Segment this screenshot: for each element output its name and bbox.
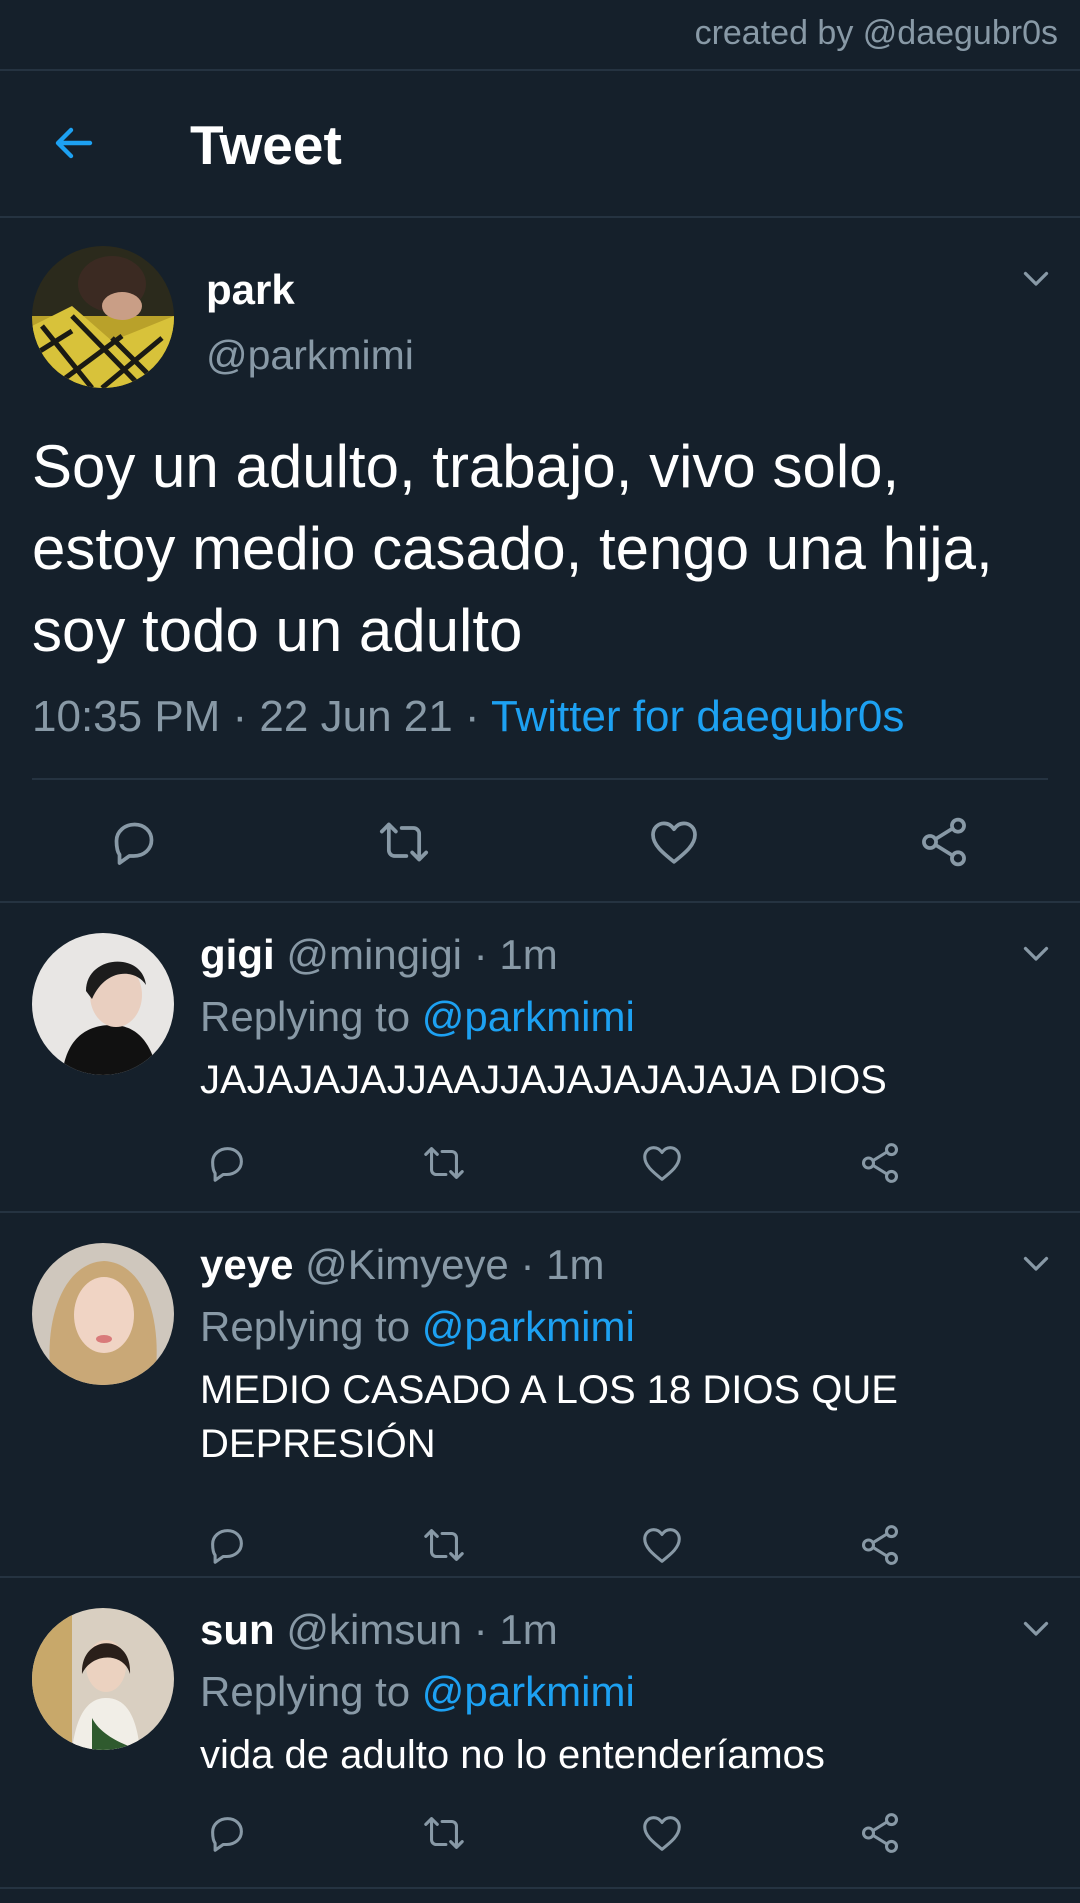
avatar-image	[32, 933, 174, 1075]
top-bar: Tweet	[0, 71, 1080, 217]
reply-text: vida de adulto no lo entenderíamos	[200, 1733, 825, 1777]
chevron-down-icon[interactable]	[1018, 935, 1054, 971]
avatar-image	[32, 1608, 174, 1750]
replying-to: Replying to @parkmimi	[200, 993, 635, 1041]
tweet-text: Soy un adulto, trabajo, vivo solo, estoy…	[32, 433, 993, 664]
reply-header: sun @kimsun · 1m	[200, 1606, 558, 1654]
reply-tweet[interactable]: yeye @Kimyeye · 1m Replying to @parkmimi…	[0, 1213, 1080, 1577]
heart-icon[interactable]	[646, 814, 702, 870]
share-icon[interactable]	[916, 814, 972, 870]
main-tweet: park @parkmimi Soy un adulto, trabajo, v…	[0, 218, 1080, 903]
reply-icon[interactable]	[106, 814, 162, 870]
divider	[32, 778, 1048, 780]
chevron-down-icon[interactable]	[1018, 1245, 1054, 1281]
tweet-meta: 10:35 PM · 22 Jun 21 · Twitter for daegu…	[32, 692, 904, 742]
page-title: Tweet	[190, 114, 342, 176]
handle-time: @kimsun · 1m	[274, 1606, 558, 1653]
avatar[interactable]	[32, 1608, 174, 1750]
reply-icon[interactable]	[204, 1140, 250, 1186]
avatar[interactable]	[32, 1243, 174, 1385]
heart-icon[interactable]	[639, 1522, 685, 1568]
reply-tweet[interactable]: gigi @mingigi · 1m Replying to @parkmimi…	[0, 903, 1080, 1211]
retweet-icon[interactable]	[376, 814, 432, 870]
handle-time: @Kimyeye · 1m	[293, 1241, 605, 1288]
user-handle[interactable]: @parkmimi	[206, 332, 414, 379]
mention-link[interactable]: @parkmimi	[422, 1303, 635, 1350]
heart-icon[interactable]	[639, 1810, 685, 1856]
share-icon[interactable]	[857, 1810, 903, 1856]
reply-header: gigi @mingigi · 1m	[200, 931, 558, 979]
display-name[interactable]: yeye	[200, 1241, 293, 1288]
handle-time: @mingigi · 1m	[274, 931, 558, 978]
replying-to: Replying to @parkmimi	[200, 1303, 635, 1351]
avatar-image	[32, 1243, 174, 1385]
share-icon[interactable]	[857, 1522, 903, 1568]
share-icon[interactable]	[857, 1140, 903, 1186]
reply-text: MEDIO CASADO A LOS 18 DIOS QUE DEPRESIÓN	[200, 1368, 898, 1466]
display-name[interactable]: sun	[200, 1606, 275, 1653]
reply-tweet[interactable]: sun @kimsun · 1m Replying to @parkmimi v…	[0, 1578, 1080, 1886]
chevron-down-icon[interactable]	[1018, 1610, 1054, 1646]
replying-to: Replying to @parkmimi	[200, 1668, 635, 1716]
retweet-icon[interactable]	[421, 1140, 467, 1186]
arrow-left-icon	[55, 127, 93, 159]
tweet-timestamp: 10:35 PM · 22 Jun 21 ·	[32, 692, 492, 741]
retweet-icon[interactable]	[421, 1810, 467, 1856]
chevron-down-icon[interactable]	[1018, 260, 1054, 296]
retweet-icon[interactable]	[421, 1522, 467, 1568]
reply-text: JAJAJAJAJJAAJJAJAJAJAJAJA DIOS	[200, 1058, 887, 1102]
display-name[interactable]: gigi	[200, 931, 275, 978]
mention-link[interactable]: @parkmimi	[422, 1668, 635, 1715]
watermark-text: created by @daegubr0s	[694, 14, 1058, 52]
replying-to-label: Replying to	[200, 993, 422, 1040]
divider	[0, 1887, 1080, 1889]
mention-link[interactable]: @parkmimi	[422, 993, 635, 1040]
avatar[interactable]	[32, 933, 174, 1075]
back-button[interactable]	[42, 115, 106, 171]
tweet-source-link[interactable]: Twitter for daegubr0s	[491, 692, 904, 741]
tweet-actions	[0, 784, 1080, 902]
replying-to-label: Replying to	[200, 1668, 422, 1715]
reply-icon[interactable]	[204, 1810, 250, 1856]
replying-to-label: Replying to	[200, 1303, 422, 1350]
display-name[interactable]: park	[206, 266, 295, 314]
avatar[interactable]	[32, 246, 174, 388]
reply-icon[interactable]	[204, 1522, 250, 1568]
heart-icon[interactable]	[639, 1140, 685, 1186]
reply-header: yeye @Kimyeye · 1m	[200, 1241, 604, 1289]
avatar-image	[32, 246, 174, 388]
